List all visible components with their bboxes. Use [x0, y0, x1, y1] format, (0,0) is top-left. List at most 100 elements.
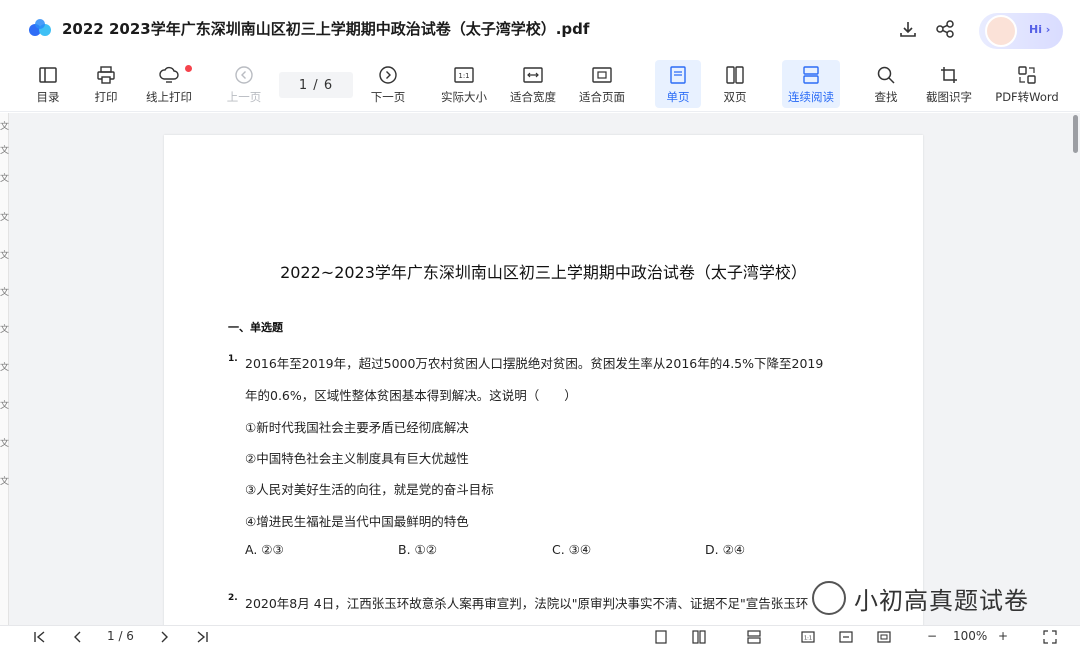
- ocr-label: 截图识字: [926, 90, 972, 104]
- actual-size-icon: 1:1: [454, 67, 474, 83]
- next-page-button[interactable]: 下一页: [367, 60, 409, 108]
- fit-width-icon: [523, 67, 543, 83]
- question-text: 2016年至2019年，超过5000万农村贫困人口摆脱绝对贫困。贫困发生率从20…: [245, 356, 824, 371]
- sidebar-icon: [39, 67, 57, 83]
- toc-button[interactable]: 目录: [30, 60, 66, 108]
- fit-page-label: 适合页面: [579, 90, 625, 104]
- continuous-label: 连续阅读: [788, 90, 834, 104]
- strip-char: 文: [0, 477, 10, 487]
- actual-size-label: 实际大小: [441, 90, 487, 104]
- thumbnail-strip[interactable]: 文 文 文 文 文 文 文 文 文 文 文: [0, 113, 9, 625]
- zoom-in-button[interactable]: +: [998, 629, 1008, 643]
- online-print-label: 线上打印: [146, 90, 192, 104]
- answer-option-d: D. ②④: [705, 542, 745, 557]
- double-page-button[interactable]: 双页: [717, 60, 753, 108]
- question-number: 1.: [228, 354, 238, 364]
- watermark: 小初高真题试卷: [812, 580, 1029, 616]
- double-page-icon: [726, 66, 744, 84]
- watermark-text: 小初高真题试卷: [854, 586, 1029, 615]
- single-page-label: 单页: [666, 90, 690, 104]
- toc-label: 目录: [36, 90, 60, 104]
- assistant-avatar-button[interactable]: Hi ›: [979, 13, 1063, 49]
- question-number: 2.: [228, 593, 238, 603]
- document-title: 2022 2023学年广东深圳南山区初三上学期期中政治试卷（太子湾学校）.pdf: [62, 20, 590, 38]
- next-icon: [379, 66, 397, 84]
- fit-width-label: 适合宽度: [510, 90, 556, 104]
- scrollbar-thumb[interactable]: [1073, 115, 1078, 153]
- find-button[interactable]: 查找: [868, 60, 904, 108]
- status-page-indicator[interactable]: 1 / 6: [107, 629, 134, 643]
- question-text: 2020年8月 4日，江西张玉环故意杀人案再审宣判，法院以"原审判决事实不清、证…: [245, 596, 809, 611]
- fit-width-icon[interactable]: [839, 630, 853, 644]
- fit-width-button[interactable]: 适合宽度: [506, 60, 560, 108]
- statement-item: ②中国特色社会主义制度具有巨大优越性: [245, 451, 469, 466]
- status-bar: 1 / 6 1:1 − 100% +: [0, 625, 1080, 647]
- cloud-print-icon: [159, 66, 179, 83]
- print-button[interactable]: 打印: [88, 60, 124, 108]
- strip-char: 文: [0, 439, 10, 449]
- crop-icon: [941, 67, 957, 83]
- answer-option-a: A. ②③: [245, 542, 284, 557]
- svg-text:1:1: 1:1: [804, 636, 812, 642]
- avatar: [985, 15, 1017, 47]
- prev-icon: [235, 66, 253, 84]
- avatar-label: Hi ›: [1029, 23, 1051, 36]
- notification-dot: [185, 65, 192, 72]
- document-viewer[interactable]: 文 文 文 文 文 文 文 文 文 文 文 2022~2023学年广东深圳南山区…: [0, 113, 1080, 625]
- statement-item: ①新时代我国社会主要矛盾已经彻底解决: [245, 420, 469, 435]
- fit-page-icon: [592, 67, 612, 83]
- print-label: 打印: [94, 90, 118, 104]
- prev-page-button[interactable]: 上一页: [224, 60, 264, 108]
- continuous-reading-button[interactable]: 连续阅读: [782, 60, 840, 108]
- actual-size-icon[interactable]: 1:1: [801, 630, 815, 644]
- search-icon: [877, 66, 895, 84]
- next-page-icon[interactable]: [157, 630, 171, 644]
- continuous-icon[interactable]: [747, 630, 761, 644]
- wechat-logo: [812, 581, 846, 615]
- pdf-to-word-label: PDF转Word: [995, 90, 1059, 104]
- fit-page-button[interactable]: 适合页面: [575, 60, 629, 108]
- first-page-icon[interactable]: [33, 630, 47, 644]
- find-label: 查找: [874, 90, 898, 104]
- share-icon[interactable]: [935, 19, 955, 39]
- actual-size-button[interactable]: 1:1 实际大小: [437, 60, 491, 108]
- svg-text:1:1: 1:1: [458, 72, 469, 80]
- pdf-page: 2022~2023学年广东深圳南山区初三上学期期中政治试卷（太子湾学校） 一、单…: [164, 135, 923, 625]
- prev-page-icon[interactable]: [71, 630, 85, 644]
- convert-icon: [1018, 66, 1036, 84]
- fit-page-icon[interactable]: [877, 630, 891, 644]
- answer-option-b: B. ①②: [398, 542, 437, 557]
- download-icon[interactable]: [898, 19, 918, 39]
- strip-char: 文: [0, 146, 10, 156]
- next-page-label: 下一页: [370, 90, 406, 104]
- strip-char: 文: [0, 363, 10, 373]
- strip-char: 文: [0, 174, 10, 184]
- section-heading: 一、单选题: [228, 321, 283, 334]
- single-page-icon[interactable]: [654, 630, 668, 644]
- strip-char: 文: [0, 251, 10, 261]
- pdf-to-word-button[interactable]: PDF转Word: [993, 60, 1061, 108]
- fullscreen-icon[interactable]: [1043, 630, 1057, 644]
- page-number-input[interactable]: 1 / 6: [279, 72, 353, 98]
- ocr-button[interactable]: 截图识字: [923, 60, 975, 108]
- zoom-level[interactable]: 100%: [953, 629, 987, 643]
- strip-char: 文: [0, 288, 10, 298]
- printer-icon: [97, 66, 115, 84]
- title-bar: 2022 2023学年广东深圳南山区初三上学期期中政治试卷（太子湾学校）.pdf…: [0, 0, 1080, 56]
- zoom-out-button[interactable]: −: [927, 629, 937, 643]
- double-page-icon[interactable]: [692, 630, 706, 644]
- strip-char: 文: [0, 213, 10, 223]
- strip-char: 文: [0, 401, 10, 411]
- strip-char: 文: [0, 325, 10, 335]
- prev-page-label: 上一页: [226, 90, 262, 104]
- vertical-scrollbar[interactable]: [1070, 113, 1080, 625]
- continuous-icon: [803, 66, 819, 84]
- baidu-netdisk-logo: [29, 19, 51, 36]
- single-page-icon: [670, 66, 686, 84]
- last-page-icon[interactable]: [195, 630, 209, 644]
- strip-char: 文: [0, 122, 10, 132]
- single-page-button[interactable]: 单页: [655, 60, 701, 108]
- answer-option-c: C. ③④: [552, 542, 592, 557]
- toolbar: 目录 打印 线上打印 上一页 1 / 6 下一页 1:1 实际大小 适合宽度 适…: [0, 56, 1080, 112]
- statement-item: ④增进民生福祉是当代中国最鲜明的特色: [245, 514, 469, 529]
